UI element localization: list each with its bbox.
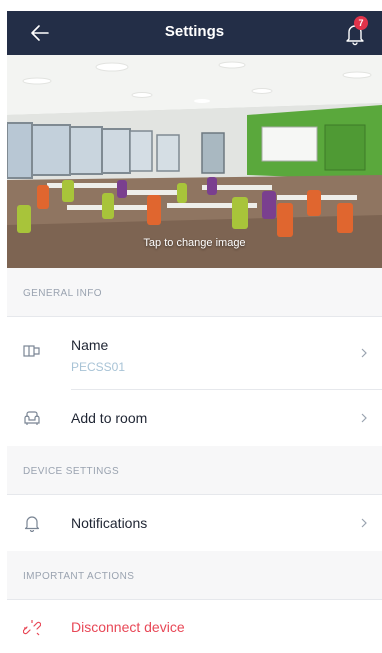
back-arrow-icon [31,25,49,41]
section-title: GENERAL INFO [23,288,102,299]
disconnect-device-row[interactable]: Disconnect device [7,600,382,653]
back-button[interactable] [29,22,51,44]
page-title: Settings [164,23,225,40]
top-nav-bar: Settings 7 [7,11,382,55]
device-tag-icon [23,345,40,357]
section-general-info: GENERAL INFO [7,268,382,316]
name-row[interactable]: Name PECSS01 [7,317,382,389]
disconnect-device-label: Disconnect device [71,619,185,635]
section-important-actions: IMPORTANT ACTIONS [7,551,382,599]
notifications-row[interactable]: Notifications [7,495,382,551]
add-to-room-label: Add to room [71,410,148,426]
broken-link-icon [23,620,41,636]
chevron-right-icon [361,413,367,423]
armchair-icon [24,411,40,425]
notifications-label: Notifications [71,515,148,531]
chevron-right-icon [361,518,367,528]
name-value: PECSS01 [71,360,126,374]
change-image-hint: Tap to change image [143,237,246,249]
section-title: IMPORTANT ACTIONS [23,571,135,582]
section-title: DEVICE SETTINGS [23,466,120,477]
name-label: Name [71,337,109,353]
notification-badge: 7 [354,16,368,30]
add-to-room-row[interactable]: Add to room [7,390,382,446]
bell-outline-icon [24,516,40,532]
device-image[interactable]: Tap to change image [7,55,382,268]
chevron-right-icon [361,348,367,358]
settings-screen: Settings 7 Tap to change image GENERAL I… [7,11,382,653]
section-device-settings: DEVICE SETTINGS [7,446,382,494]
